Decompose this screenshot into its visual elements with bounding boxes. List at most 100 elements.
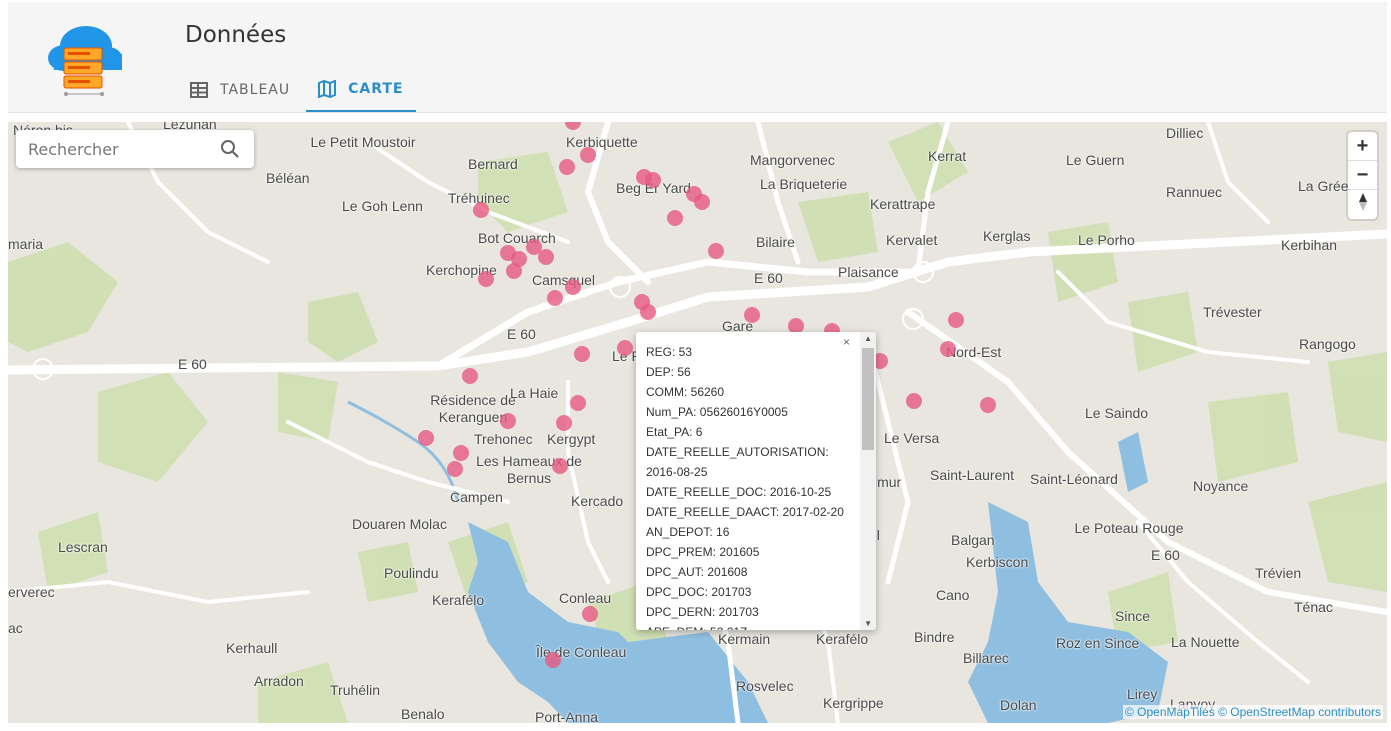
place-label: Kerafélo <box>816 631 869 647</box>
map-marker[interactable] <box>506 263 522 279</box>
place-label: Rosvelec <box>736 678 794 694</box>
map-marker[interactable] <box>565 279 581 295</box>
map-marker[interactable] <box>582 606 598 622</box>
popup-field: DATE_REELLE_DOC: 2016-10-25 <box>646 485 832 499</box>
map-marker[interactable] <box>545 652 561 668</box>
place-label: E 60 <box>507 326 536 342</box>
map-marker[interactable] <box>570 395 586 411</box>
popup-field: DPC_DOC: 201703 <box>646 585 752 599</box>
place-label: Kergypt <box>547 431 596 447</box>
map-marker[interactable] <box>906 393 922 409</box>
map-marker[interactable] <box>694 194 710 210</box>
place-label: Camsquel <box>532 272 596 288</box>
place-label: imur <box>874 474 902 490</box>
reset-north-button[interactable] <box>1348 190 1377 219</box>
map-marker[interactable] <box>980 397 996 413</box>
place-label: Douaren Molac <box>352 516 447 532</box>
place-label: Kerrat <box>928 148 967 164</box>
map-marker[interactable] <box>552 458 568 474</box>
place-label: Kercado <box>571 493 624 509</box>
place-label: Le Poteau Rouge <box>1074 520 1184 536</box>
place-label: Billarec <box>963 650 1009 666</box>
scroll-down-icon[interactable]: ▼ <box>864 619 872 628</box>
place-label: Conleau <box>559 590 612 606</box>
tab-tableau[interactable]: TABLEAU <box>178 68 302 112</box>
place-label: Le Goh Lenn <box>342 198 423 214</box>
place-label: Kermain <box>718 631 771 647</box>
place-label: La Briqueterie <box>760 176 848 192</box>
map-marker[interactable] <box>744 307 760 323</box>
search-input[interactable] <box>28 138 218 160</box>
map-marker[interactable] <box>556 415 572 431</box>
popup-field: AN_DEPOT: 16 <box>646 525 730 539</box>
zoom-out-button[interactable]: − <box>1348 161 1377 190</box>
feature-popup: × REG: 53 DEP: 56 COMM: 56260 Num_PA: 05626… <box>636 332 876 630</box>
place-label: erverec <box>8 584 55 600</box>
place-label: Campen <box>450 489 503 505</box>
place-label: Benalo <box>401 706 445 722</box>
map-marker[interactable] <box>940 341 956 357</box>
map-marker[interactable] <box>708 243 724 259</box>
tab-carte[interactable]: CARTE <box>306 68 416 112</box>
place-label: Dolan <box>1000 697 1037 713</box>
map-view[interactable]: Néron bisLezuhanLe Petit MoustoirBéléanL… <box>8 122 1387 723</box>
place-label: Kerattrape <box>870 196 936 212</box>
map-marker[interactable] <box>559 159 575 175</box>
place-label: Kerglas <box>983 228 1031 244</box>
place-label: Trévester <box>1203 304 1262 320</box>
scrollbar-thumb[interactable] <box>862 348 874 450</box>
place-label: Kerafélo <box>432 592 485 608</box>
map-marker[interactable] <box>538 249 554 265</box>
place-label: Cano <box>936 587 970 603</box>
app-window: Données TABLEAU CARTE Lezuhan Le Petit M… <box>8 2 1387 723</box>
zoom-in-button[interactable]: + <box>1348 132 1377 161</box>
place-label: Rannuec <box>1166 184 1223 200</box>
place-label: Port-Anna <box>535 709 599 723</box>
place-label: La Nouette <box>1171 634 1240 650</box>
map-marker[interactable] <box>547 290 563 306</box>
place-label: Kervalet <box>886 232 938 248</box>
place-label: ac <box>8 620 23 636</box>
place-label: Bot Couarch <box>478 230 556 246</box>
scroll-up-icon[interactable]: ▲ <box>864 334 872 343</box>
popup-field: DATE_REELLE_AUTORISATION: <box>646 445 829 459</box>
place-label: Le Guern <box>1066 152 1125 168</box>
map-marker[interactable] <box>574 346 590 362</box>
place-label: La Grée <box>1298 178 1349 194</box>
place-label: Le Petit Moustoir <box>310 134 416 150</box>
place-label: Since <box>1115 608 1151 624</box>
map-marker[interactable] <box>500 413 516 429</box>
place-label: Trévien <box>1255 565 1302 581</box>
popup-scrollbar[interactable]: ▲ ▼ <box>860 332 876 630</box>
tab-bar: TABLEAU CARTE <box>178 68 420 112</box>
openstreetmap-link[interactable]: © OpenStreetMap contributors <box>1218 705 1381 719</box>
map-marker[interactable] <box>640 304 656 320</box>
popup-field: DEP: 56 <box>646 365 691 379</box>
map-marker[interactable] <box>667 210 683 226</box>
popup-field: DATE_REELLE_DAACT: 2017-02-20 <box>646 505 844 519</box>
map-marker[interactable] <box>636 169 652 185</box>
map-marker[interactable] <box>478 271 494 287</box>
place-label: Bernard <box>468 156 518 172</box>
place-label: E 60 <box>178 356 207 372</box>
place-label: Mangorvenec <box>750 152 835 168</box>
place-label: Les Hameaux de Bernus <box>476 453 582 486</box>
map-marker[interactable] <box>462 368 478 384</box>
place-label: La Haie <box>510 385 559 401</box>
place-label: Rangogo <box>1299 336 1356 352</box>
openmaptiles-link[interactable]: © OpenMapTiles <box>1125 705 1215 719</box>
map-marker[interactable] <box>473 202 489 218</box>
map-marker[interactable] <box>418 430 434 446</box>
map-marker[interactable] <box>580 147 596 163</box>
place-label: Kerhaull <box>226 640 278 656</box>
popup-field: APE_DEM: 52.21Z <box>646 622 856 630</box>
search-icon[interactable] <box>220 139 240 164</box>
map-marker[interactable] <box>948 312 964 328</box>
map-marker[interactable] <box>453 445 469 461</box>
place-label: Saint-Léonard <box>1030 471 1118 487</box>
popup-field: DPC_PREM: 201605 <box>646 545 760 559</box>
map-marker[interactable] <box>617 340 633 356</box>
popup-field: REG: 53 <box>646 345 693 359</box>
map-marker[interactable] <box>447 461 463 477</box>
map-attribution: © OpenMapTiles © OpenStreetMap contribut… <box>1122 705 1383 719</box>
